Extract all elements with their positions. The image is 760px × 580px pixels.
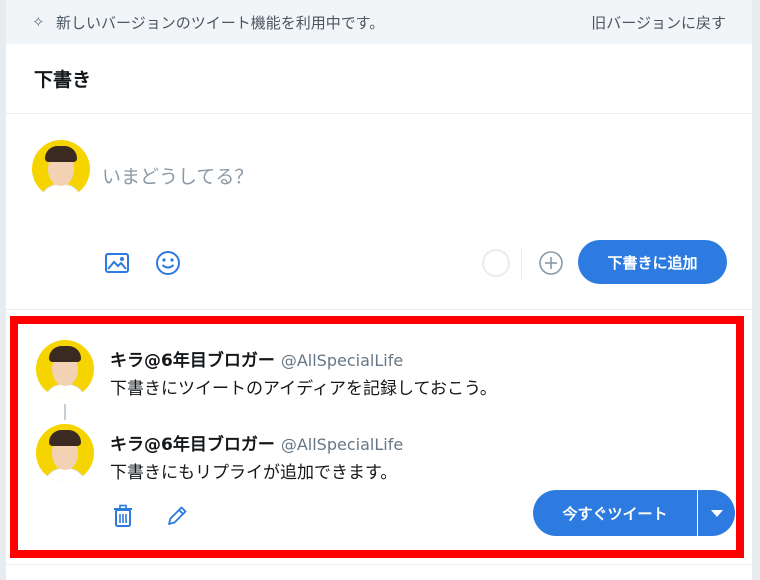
draft-thread[interactable]: キラ@6年目ブロガー @AllSpecialLife 下書きにツイートのアイディ… bbox=[18, 324, 736, 550]
tweet-author: キラ@6年目ブロガー @AllSpecialLife bbox=[110, 430, 403, 455]
pencil-icon[interactable] bbox=[162, 501, 192, 531]
emoji-icon[interactable] bbox=[153, 248, 183, 278]
draft-tweet: キラ@6年目ブロガー @AllSpecialLife 下書きにツイートのアイディ… bbox=[18, 332, 736, 412]
media-icon[interactable] bbox=[102, 248, 132, 278]
author-handle: @AllSpecialLife bbox=[280, 435, 404, 454]
avatar bbox=[32, 140, 90, 198]
author-handle: @AllSpecialLife bbox=[280, 351, 404, 370]
chevron-down-icon bbox=[710, 509, 723, 517]
tweet-now-button[interactable]: 今すぐツイート bbox=[533, 490, 697, 536]
revert-version-link[interactable]: 旧バージョンに戻す bbox=[591, 12, 726, 33]
divider bbox=[521, 247, 522, 279]
page-title: 下書き bbox=[34, 69, 92, 91]
avatar bbox=[36, 340, 94, 398]
version-banner: ✧ 新しいバージョンのツイート機能を利用中です。 旧バージョンに戻す bbox=[6, 0, 752, 44]
progress-circle bbox=[482, 249, 510, 277]
tweet-text: 下書きにもリプライが追加できます。 bbox=[110, 463, 398, 483]
author-name: キラ@6年目ブロガー bbox=[110, 351, 275, 371]
banner-message: 新しいバージョンのツイート機能を利用中です。 bbox=[56, 13, 385, 32]
right-gutter bbox=[752, 0, 760, 580]
compose-input[interactable]: いまどうしてる？ bbox=[102, 162, 253, 189]
drafts-panel: ✧ 新しいバージョンのツイート機能を利用中です。 旧バージョンに戻す 下書き い… bbox=[6, 0, 752, 580]
add-draft-button[interactable]: 下書きに追加 bbox=[578, 240, 727, 284]
tweet-text: 下書きにツイートのアイディアを記録しておこう。 bbox=[110, 379, 497, 399]
add-icon[interactable] bbox=[536, 248, 566, 278]
draft-thread-highlight: キラ@6年目ブロガー @AllSpecialLife 下書きにツイートのアイディ… bbox=[10, 316, 744, 558]
avatar bbox=[36, 424, 94, 482]
divider bbox=[6, 564, 752, 565]
tweet-author: キラ@6年目ブロガー @AllSpecialLife bbox=[110, 346, 403, 371]
page-header: 下書き bbox=[6, 44, 752, 114]
banner-message-group: ✧ 新しいバージョンのツイート機能を利用中です。 bbox=[32, 12, 384, 33]
author-name: キラ@6年目ブロガー bbox=[110, 435, 275, 455]
sparkle-icon: ✧ bbox=[32, 13, 45, 31]
trash-icon[interactable] bbox=[108, 501, 138, 531]
tweet-options-button[interactable] bbox=[698, 490, 735, 536]
tweet-composer: いまどうしてる？ 下書きに追加 bbox=[6, 114, 752, 310]
draft-tweet: キラ@6年目ブロガー @AllSpecialLife 下書きにもリプライが追加で… bbox=[18, 416, 736, 496]
